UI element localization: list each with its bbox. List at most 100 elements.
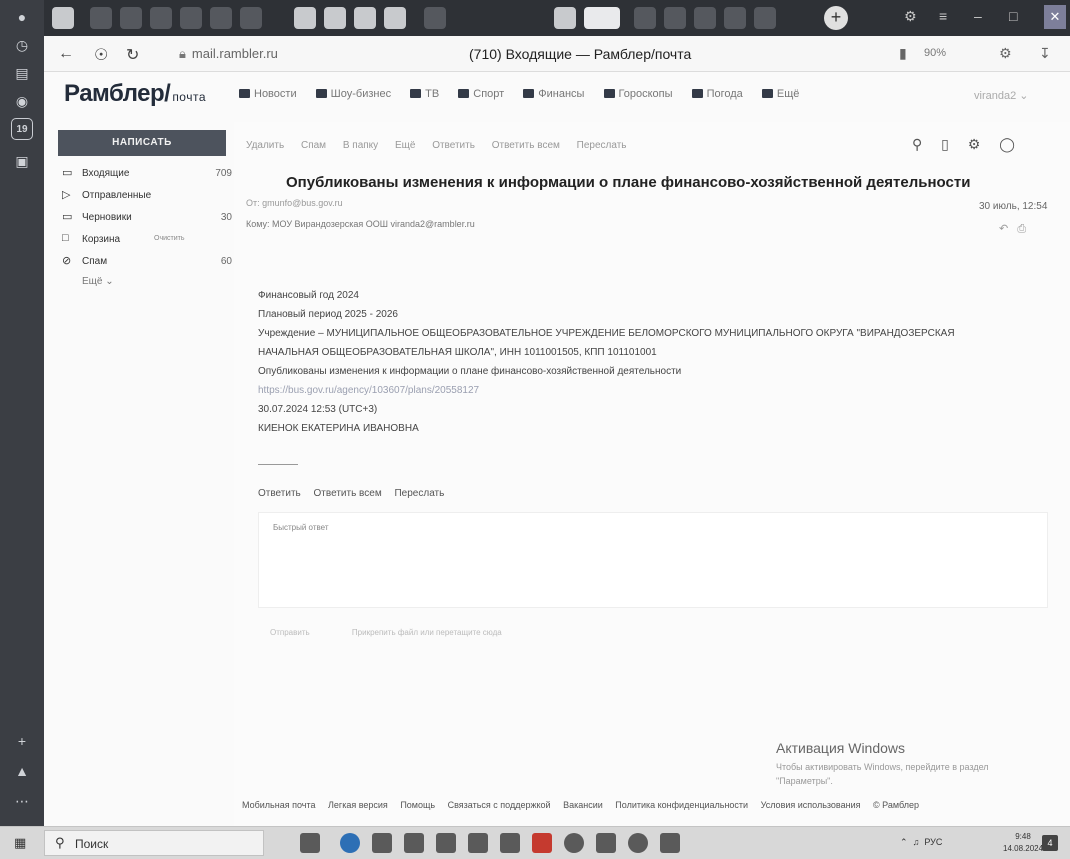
download-icon[interactable]: ↧ — [1039, 45, 1051, 62]
reply-link[interactable]: Ответить — [258, 488, 301, 499]
reply-icon[interactable]: ↶ — [999, 223, 1008, 235]
tab[interactable] — [294, 7, 316, 29]
footer-link[interactable]: Политика конфиденциальности — [615, 800, 748, 810]
send-button[interactable]: Отправить — [270, 628, 310, 637]
footer-link[interactable]: Мобильная почта — [242, 800, 315, 810]
clock[interactable]: 9:48 14.08.2024 — [1003, 831, 1043, 855]
taskbar-search[interactable]: ⚲ Поиск — [44, 830, 264, 856]
tab[interactable] — [52, 7, 74, 29]
reply-all-link[interactable]: Ответить всем — [314, 488, 382, 499]
new-tab-icon[interactable]: + — [824, 6, 848, 30]
store-icon[interactable] — [404, 833, 424, 853]
tab[interactable] — [554, 7, 576, 29]
folder-sent[interactable]: ▷ Отправленные — [62, 184, 234, 206]
tab-active[interactable] — [584, 7, 620, 29]
tab[interactable] — [180, 7, 202, 29]
app-icon[interactable] — [596, 833, 616, 853]
compose-button[interactable]: НАПИСАТЬ — [58, 130, 226, 156]
browser-icon[interactable] — [564, 833, 584, 853]
tab[interactable] — [90, 7, 112, 29]
tab[interactable] — [120, 7, 142, 29]
search-icon[interactable]: ⚲ — [912, 136, 922, 152]
task-view-icon[interactable] — [300, 833, 320, 853]
url-field[interactable]: 🔒︎ mail.rambler.ru — [179, 46, 278, 62]
attach-link[interactable]: Прикрепить файл или перетащите сюда — [352, 628, 502, 637]
footer-link[interactable]: Связаться с поддержкой — [448, 800, 551, 810]
language-indicator[interactable]: РУС — [924, 837, 942, 847]
move-button[interactable]: В папку — [343, 140, 378, 151]
spam-button[interactable]: Спам — [301, 140, 326, 151]
link-weather[interactable]: Погода — [691, 88, 743, 100]
body-link[interactable]: https://bus.gov.ru/agency/103607/plans/2… — [258, 381, 1068, 400]
tab[interactable] — [754, 7, 776, 29]
tab[interactable] — [354, 7, 376, 29]
acrobat-icon[interactable] — [532, 833, 552, 853]
app-icon[interactable] — [660, 833, 680, 853]
notification-center-icon[interactable]: 4 — [1042, 835, 1058, 851]
reply-all-button[interactable]: Ответить всем — [492, 140, 560, 151]
tab[interactable] — [634, 7, 656, 29]
collections-icon[interactable]: ▤ — [11, 62, 33, 84]
contacts-icon[interactable]: ▯ — [941, 136, 949, 152]
link-tv[interactable]: ТВ — [410, 88, 439, 100]
back-icon[interactable]: ← — [58, 45, 74, 63]
footer-link[interactable]: Помощь — [400, 800, 435, 810]
rambler-logo[interactable]: Рамблер/почта — [64, 80, 206, 108]
downloads-icon[interactable]: ◉ — [11, 90, 33, 112]
protect-icon[interactable]: ☉ — [94, 45, 108, 65]
start-icon[interactable]: ▦ — [14, 835, 26, 851]
link-finance[interactable]: Финансы — [523, 88, 584, 100]
explorer-icon[interactable] — [372, 833, 392, 853]
restore-icon[interactable]: □ — [1009, 8, 1017, 24]
tab[interactable] — [384, 7, 406, 29]
user-menu[interactable]: viranda2 ⌄ — [974, 89, 1028, 102]
volume-icon[interactable]: ♫ — [913, 837, 920, 847]
folder-inbox[interactable]: ▭ Входящие 709 — [62, 162, 234, 184]
minimize-icon[interactable]: – — [974, 8, 982, 24]
tab[interactable] — [324, 7, 346, 29]
folder-drafts[interactable]: ▭ Черновики 30 — [62, 206, 234, 228]
more-button[interactable]: Ещё — [395, 140, 415, 151]
message-from[interactable]: От: gmunfo@bus.gov.ru — [246, 198, 343, 208]
more-icon[interactable]: ⋯ — [11, 790, 33, 812]
tray-chevron-icon[interactable]: ⌃ — [900, 837, 908, 847]
link-sport[interactable]: Спорт — [458, 88, 504, 100]
mail-counter-icon[interactable]: 19 — [11, 118, 33, 140]
tab[interactable] — [724, 7, 746, 29]
app-icon[interactable] — [500, 833, 520, 853]
footer-link[interactable]: Легкая версия — [328, 800, 388, 810]
tab[interactable] — [210, 7, 232, 29]
tab[interactable] — [150, 7, 172, 29]
forward-button[interactable]: Переслать — [577, 140, 627, 151]
footer-link[interactable]: Вакансии — [563, 800, 603, 810]
message-to[interactable]: Кому: МОУ Вирандозерская ООШ viranda2@ra… — [246, 219, 475, 229]
yandex-icon[interactable] — [468, 833, 488, 853]
tab[interactable] — [694, 7, 716, 29]
history-icon[interactable]: ◷ — [11, 34, 33, 56]
more-folders[interactable]: Ещё ⌄ — [82, 276, 114, 287]
tab[interactable] — [664, 7, 686, 29]
edge-icon[interactable] — [340, 833, 360, 853]
folder-trash[interactable]: □ Корзина Очистить — [62, 228, 234, 250]
help-icon[interactable]: ◯ — [999, 136, 1015, 152]
link-news[interactable]: Новости — [239, 88, 297, 100]
folder-spam[interactable]: ⊘ Спам 60 — [62, 250, 234, 272]
add-panel-icon[interactable]: + — [11, 730, 33, 752]
tab[interactable] — [240, 7, 262, 29]
link-showbiz[interactable]: Шоу-бизнес — [315, 88, 391, 100]
tab-settings-icon[interactable]: ⚙ — [904, 8, 917, 25]
menu-icon[interactable]: ≡ — [939, 8, 947, 24]
tab[interactable] — [424, 7, 446, 29]
empty-trash-link[interactable]: Очистить — [154, 235, 184, 242]
delete-button[interactable]: Удалить — [246, 140, 284, 151]
close-icon[interactable]: ✕ — [1044, 5, 1066, 29]
print-icon[interactable]: ⎙ — [1017, 223, 1026, 235]
footer-link[interactable]: Условия использования — [761, 800, 861, 810]
alice-icon[interactable]: ▲ — [11, 760, 33, 782]
forward-link[interactable]: Переслать — [394, 488, 444, 499]
link-horoscope[interactable]: Гороскопы — [603, 88, 673, 100]
bookmark-icon[interactable]: ▮ — [899, 45, 907, 62]
settings-icon[interactable]: ⚙ — [968, 136, 981, 152]
profile-icon[interactable]: ● — [11, 6, 33, 28]
zoom-level[interactable]: 90% — [924, 47, 946, 59]
